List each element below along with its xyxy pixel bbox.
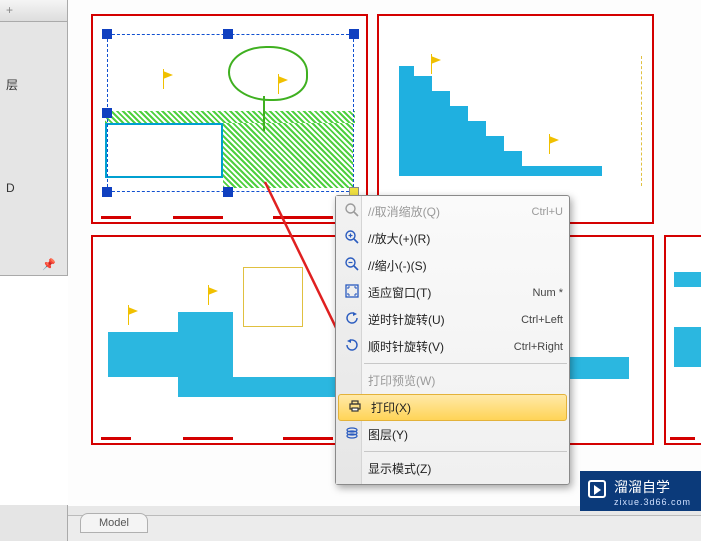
fit-window-icon bbox=[344, 283, 360, 302]
drawing-frame-2[interactable] bbox=[377, 14, 654, 224]
selection-handle[interactable] bbox=[102, 108, 112, 118]
menu-label: 打印预览(W) bbox=[364, 372, 563, 389]
printer-icon bbox=[347, 398, 363, 417]
menu-zoom-out[interactable]: //缩小(-)(S) bbox=[336, 252, 569, 279]
menu-label: //缩小(-)(S) bbox=[364, 257, 563, 274]
menu-shortcut: Ctrl+U bbox=[532, 206, 563, 218]
zoom-in-icon bbox=[344, 229, 360, 248]
zoom-out-icon bbox=[344, 256, 360, 275]
menu-label: 顺时针旋转(V) bbox=[364, 338, 514, 355]
menu-label: 适应窗口(T) bbox=[364, 284, 532, 301]
menu-rotate-cw[interactable]: 顺时针旋转(V) Ctrl+Right bbox=[336, 333, 569, 360]
context-menu: //取消缩放(Q) Ctrl+U //放大(+)(R) //缩小(-)(S) 适… bbox=[335, 195, 570, 485]
menu-print-preview: 打印预览(W) bbox=[336, 367, 569, 394]
rotate-ccw-icon bbox=[344, 310, 360, 329]
menu-print[interactable]: 打印(X) bbox=[338, 394, 567, 421]
menu-separator bbox=[364, 451, 567, 452]
selection-handle[interactable] bbox=[102, 29, 112, 39]
menu-shortcut: Ctrl+Left bbox=[521, 314, 563, 326]
menu-label: //取消缩放(Q) bbox=[364, 203, 532, 220]
selection-handle[interactable] bbox=[223, 187, 233, 197]
menu-label: 打印(X) bbox=[367, 399, 560, 416]
menu-layers[interactable]: 图层(Y) bbox=[336, 421, 569, 448]
plus-icon[interactable]: + bbox=[6, 3, 13, 17]
menu-zoom-in[interactable]: //放大(+)(R) bbox=[336, 225, 569, 252]
menu-cancel-zoom: //取消缩放(Q) Ctrl+U bbox=[336, 198, 569, 225]
menu-rotate-ccw[interactable]: 逆时针旋转(U) Ctrl+Left bbox=[336, 306, 569, 333]
menu-label: 图层(Y) bbox=[364, 426, 563, 443]
menu-shortcut: Ctrl+Right bbox=[514, 341, 563, 353]
panel-item-d[interactable]: D bbox=[0, 177, 67, 199]
panel-lower-area bbox=[0, 275, 68, 505]
watermark-title: 溜溜自学 bbox=[614, 479, 670, 495]
panel-header: + bbox=[0, 0, 67, 22]
panel-item-layer[interactable]: 层 bbox=[0, 72, 67, 97]
watermark: 溜溜自学 zixue.3d66.com bbox=[580, 471, 701, 511]
drawing-frame-5[interactable] bbox=[664, 235, 701, 445]
rotate-cw-icon bbox=[344, 337, 360, 356]
menu-display-mode[interactable]: 显示模式(Z) bbox=[336, 455, 569, 482]
menu-separator bbox=[364, 363, 567, 364]
selection-handle[interactable] bbox=[349, 29, 359, 39]
selection-handle[interactable] bbox=[102, 187, 112, 197]
play-icon bbox=[588, 480, 606, 498]
menu-label: 显示模式(Z) bbox=[364, 460, 563, 477]
pin-icon[interactable]: 📌 bbox=[42, 258, 56, 271]
left-panel: + 层 D 📌 bbox=[0, 0, 68, 541]
footer-bar bbox=[68, 515, 701, 541]
menu-fit-window[interactable]: 适应窗口(T) Num * bbox=[336, 279, 569, 306]
selection-handle[interactable] bbox=[223, 29, 233, 39]
menu-shortcut: Num * bbox=[532, 287, 563, 299]
tab-model[interactable]: Model bbox=[80, 513, 148, 533]
watermark-sub: zixue.3d66.com bbox=[614, 497, 691, 507]
drawing-frame-3[interactable] bbox=[91, 235, 368, 445]
menu-label: //放大(+)(R) bbox=[364, 230, 563, 247]
layers-icon bbox=[344, 425, 360, 444]
menu-label: 逆时针旋转(U) bbox=[364, 311, 521, 328]
selection-box[interactable] bbox=[107, 34, 354, 192]
magnifier-cancel-icon bbox=[344, 202, 360, 221]
